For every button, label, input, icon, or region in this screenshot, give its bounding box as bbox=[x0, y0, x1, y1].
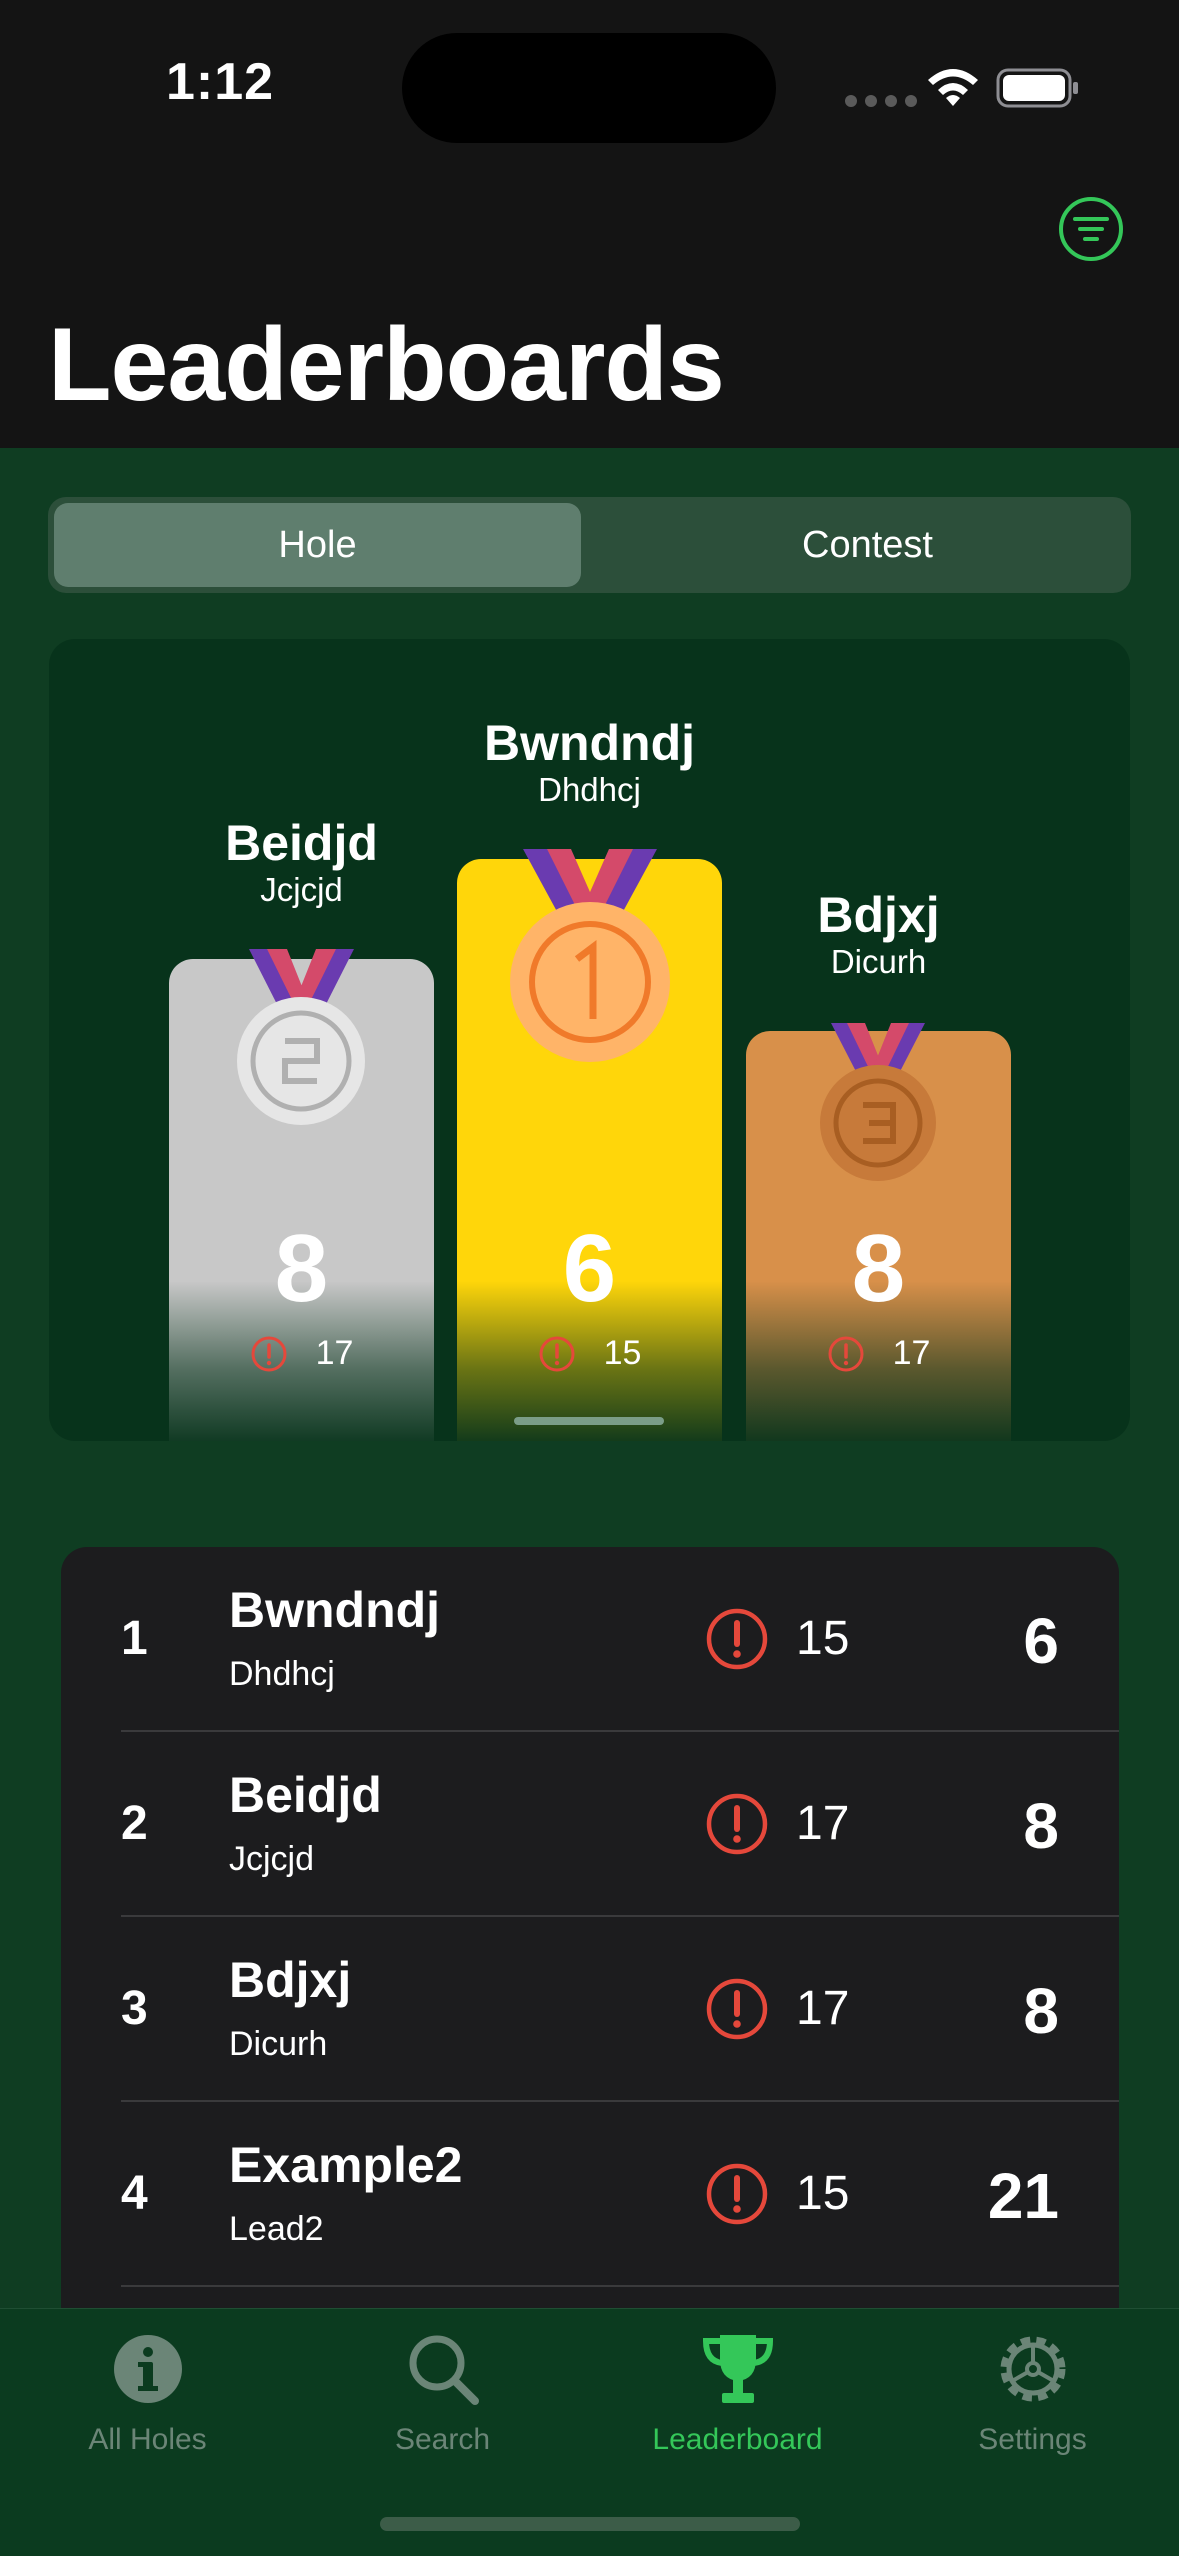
page-indicator[interactable] bbox=[514, 1417, 664, 1425]
mode-segmented-control: Hole Contest bbox=[48, 497, 1131, 593]
tab-leaderboard[interactable]: Leaderboard bbox=[590, 2329, 885, 2457]
podium-third-place[interactable]: Bdjxj Dicurh bbox=[746, 887, 1011, 981]
podium-team: Dhdhcj bbox=[538, 771, 641, 808]
filter-icon[interactable] bbox=[1057, 195, 1125, 263]
tab-bar: All Holes Search Leaderboard Settings bbox=[0, 2308, 1179, 2556]
podium-errors: 15 bbox=[457, 1334, 722, 1373]
podium-error-count: 15 bbox=[603, 1334, 642, 1372]
error-icon bbox=[251, 1336, 287, 1371]
header-area: 1:12 Leaderboards bbox=[0, 0, 1179, 448]
divider bbox=[121, 2285, 1119, 2287]
row-error-count: 15 bbox=[796, 2167, 850, 2220]
tab-label: Leaderboard bbox=[652, 2423, 823, 2456]
podium-team: Dicurh bbox=[830, 943, 927, 980]
row-rank: 2 bbox=[121, 1797, 148, 1850]
row-rank: 3 bbox=[121, 1982, 148, 2035]
table-row[interactable]: 4 Example2 Lead2 15 21 bbox=[61, 2102, 1119, 2287]
podium-error-count: 17 bbox=[892, 1334, 931, 1372]
row-team: Jcjcjd bbox=[229, 1840, 315, 1878]
podium-errors: 17 bbox=[746, 1334, 1011, 1373]
row-name: Beidjd bbox=[229, 1767, 382, 1823]
gear-icon bbox=[1000, 2336, 1065, 2402]
error-icon bbox=[706, 1793, 768, 1855]
dynamic-island bbox=[402, 33, 776, 143]
tab-search[interactable]: Search bbox=[295, 2329, 590, 2457]
error-icon bbox=[706, 1608, 768, 1670]
error-icon bbox=[828, 1336, 864, 1371]
podium-name: Bwndndj bbox=[483, 715, 696, 771]
battery-icon bbox=[996, 68, 1078, 108]
row-rank: 1 bbox=[121, 1612, 148, 1665]
table-row[interactable]: 1 Bwndndj Dhdhcj 15 6 bbox=[61, 1547, 1119, 1732]
podium-score: 6 bbox=[562, 1215, 617, 1322]
podium-errors: 17 bbox=[169, 1334, 434, 1373]
tab-all-holes[interactable]: All Holes bbox=[0, 2329, 295, 2457]
tab-label: Search bbox=[394, 2423, 491, 2456]
page-title: Leaderboards bbox=[48, 307, 725, 423]
row-score: 8 bbox=[1023, 1790, 1059, 1862]
table-row[interactable]: 2 Beidjd Jcjcjd 17 8 bbox=[61, 1732, 1119, 1917]
segment-hole[interactable]: Hole bbox=[54, 503, 581, 587]
podium-score: 8 bbox=[851, 1215, 906, 1322]
row-score: 21 bbox=[987, 2160, 1059, 2232]
podium-second-place[interactable]: Beidjd Jcjcjd bbox=[169, 815, 434, 909]
row-team: Lead2 bbox=[229, 2210, 324, 2248]
trophy-icon bbox=[702, 2335, 773, 2403]
tab-label: All Holes bbox=[88, 2423, 207, 2456]
table-row[interactable]: 3 Bdjxj Dicurh 17 8 bbox=[61, 1917, 1119, 2102]
row-name: Example2 bbox=[229, 2137, 463, 2193]
podium-name: Beidjd bbox=[225, 815, 378, 871]
row-error-count: 15 bbox=[796, 1612, 850, 1665]
segment-contest[interactable]: Contest bbox=[604, 503, 1131, 587]
error-icon bbox=[706, 2163, 768, 2225]
row-score: 6 bbox=[1023, 1605, 1059, 1677]
row-name: Bwndndj bbox=[229, 1582, 441, 1638]
status-bar: 1:12 bbox=[0, 0, 1179, 170]
gold-medal-icon bbox=[510, 849, 670, 1062]
row-rank: 4 bbox=[121, 2167, 148, 2220]
error-icon bbox=[539, 1336, 575, 1371]
bronze-medal-icon bbox=[820, 1023, 936, 1181]
row-score: 8 bbox=[1023, 1975, 1059, 2047]
podium-error-count: 17 bbox=[315, 1334, 354, 1372]
podium-team: Jcjcjd bbox=[260, 871, 343, 908]
error-icon bbox=[706, 1978, 768, 2040]
podium-card[interactable]: Beidjd Jcjcjd 8 17 Bwndndj Dhdhcj 6 15 B… bbox=[49, 639, 1130, 1441]
cellular-signal-icon bbox=[845, 95, 917, 107]
row-team: Dicurh bbox=[229, 2025, 328, 2063]
wifi-icon bbox=[928, 69, 978, 106]
search-icon bbox=[409, 2335, 479, 2405]
podium-first-place[interactable]: Bwndndj Dhdhcj bbox=[457, 715, 722, 809]
status-time: 1:12 bbox=[166, 53, 275, 111]
row-name: Bdjxj bbox=[229, 1952, 352, 2008]
tab-label: Settings bbox=[978, 2423, 1087, 2456]
info-icon bbox=[113, 2335, 182, 2403]
silver-medal-icon bbox=[237, 949, 365, 1125]
row-team: Dhdhcj bbox=[229, 1655, 335, 1693]
row-error-count: 17 bbox=[796, 1982, 850, 2035]
tab-settings[interactable]: Settings bbox=[885, 2329, 1179, 2457]
podium-name: Bdjxj bbox=[817, 887, 940, 943]
podium-score: 8 bbox=[274, 1215, 329, 1322]
row-error-count: 17 bbox=[796, 1797, 850, 1850]
home-indicator[interactable] bbox=[380, 2517, 800, 2531]
